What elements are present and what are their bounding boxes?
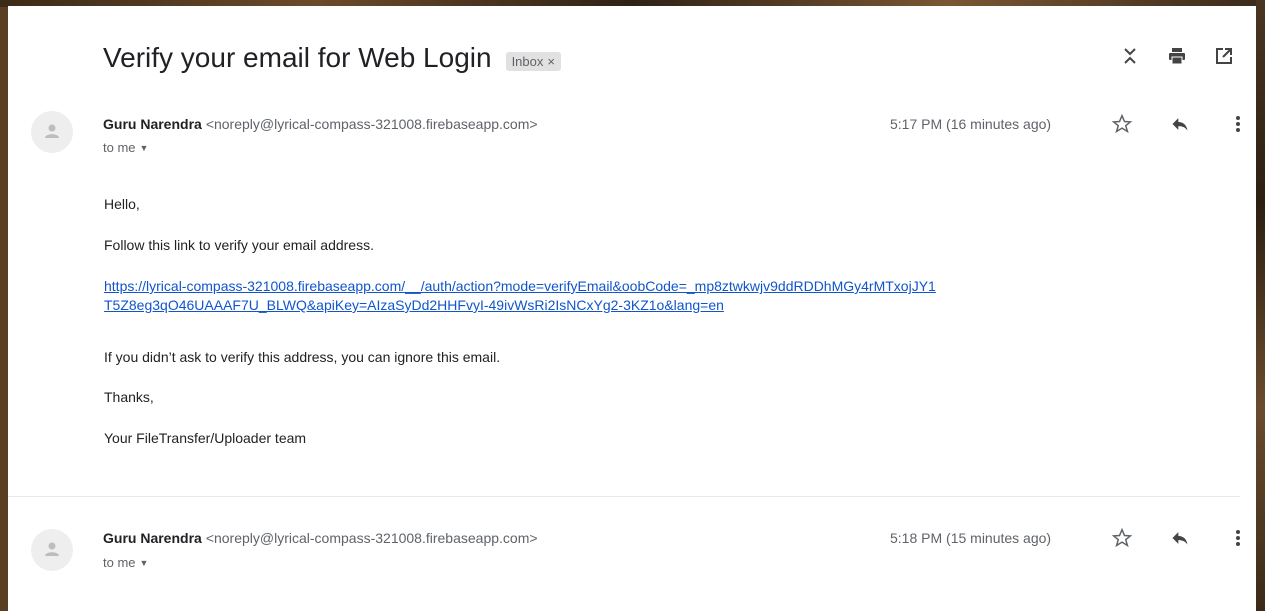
email-view: Verify your email for Web Login Inbox ×	[8, 6, 1256, 611]
message-actions	[1110, 526, 1250, 550]
email-subject: Verify your email for Web Login	[103, 42, 492, 73]
body-greeting: Hello,	[104, 196, 140, 212]
avatar[interactable]	[31, 111, 73, 153]
recipient-text: to me	[103, 555, 136, 570]
body-ignore-note: If you didn’t ask to verify this address…	[104, 349, 501, 365]
more-options-icon[interactable]	[1226, 112, 1250, 136]
caret-down-icon: ▼	[139, 142, 149, 153]
recipient-text: to me	[103, 140, 136, 155]
reply-icon[interactable]	[1168, 526, 1192, 550]
body-signature: Your FileTransfer/Uploader team	[104, 430, 307, 446]
sender-line: Guru Narendra <noreply@lyrical-compass-32…	[103, 530, 538, 546]
message-time: 5:17 PM (16 minutes ago)	[890, 116, 1052, 132]
desktop-background-edge	[1256, 0, 1265, 611]
verification-link[interactable]: https://lyrical-compass-321008.firebasea…	[104, 277, 1154, 315]
body-thanks: Thanks,	[104, 389, 154, 405]
caret-down-icon: ▼	[139, 557, 149, 568]
star-icon[interactable]	[1110, 112, 1134, 136]
more-options-icon[interactable]	[1226, 526, 1250, 550]
reply-icon[interactable]	[1168, 112, 1192, 136]
star-icon[interactable]	[1110, 526, 1134, 550]
verification-link-line-1[interactable]: https://lyrical-compass-321008.firebasea…	[104, 277, 1154, 296]
label-text: Inbox	[511, 53, 544, 69]
body-instruction: Follow this link to verify your email ad…	[104, 237, 374, 253]
recipient-toggle[interactable]: to me ▼	[103, 555, 148, 570]
subject-row: Verify your email for Web Login Inbox ×	[103, 40, 561, 76]
print-icon[interactable]	[1165, 44, 1189, 68]
person-icon	[45, 124, 59, 138]
open-in-new-window-icon[interactable]	[1212, 44, 1236, 68]
inbox-label-chip[interactable]: Inbox ×	[505, 51, 561, 71]
expand-collapse-icon[interactable]	[1118, 44, 1142, 68]
message-divider	[8, 496, 1240, 497]
sender-name[interactable]: Guru Narendra	[103, 116, 202, 132]
person-icon	[45, 542, 59, 556]
verification-link-line-2[interactable]: T5Z8eg3qO46UAAAF7U_BLWQ&apiKey=AIzaSyDd2…	[104, 296, 1154, 315]
sender-email: <noreply@lyrical-compass-321008.firebase…	[205, 530, 538, 546]
message-time: 5:18 PM (15 minutes ago)	[890, 530, 1052, 546]
recipient-toggle[interactable]: to me ▼	[103, 140, 148, 155]
sender-email: <noreply@lyrical-compass-321008.firebase…	[205, 116, 538, 132]
sender-name[interactable]: Guru Narendra	[103, 530, 202, 546]
remove-label-icon[interactable]: ×	[547, 54, 555, 69]
message-actions	[1110, 112, 1250, 136]
sender-line: Guru Narendra <noreply@lyrical-compass-32…	[103, 116, 538, 132]
thread-toolbar	[1118, 44, 1236, 68]
avatar[interactable]	[31, 529, 73, 571]
